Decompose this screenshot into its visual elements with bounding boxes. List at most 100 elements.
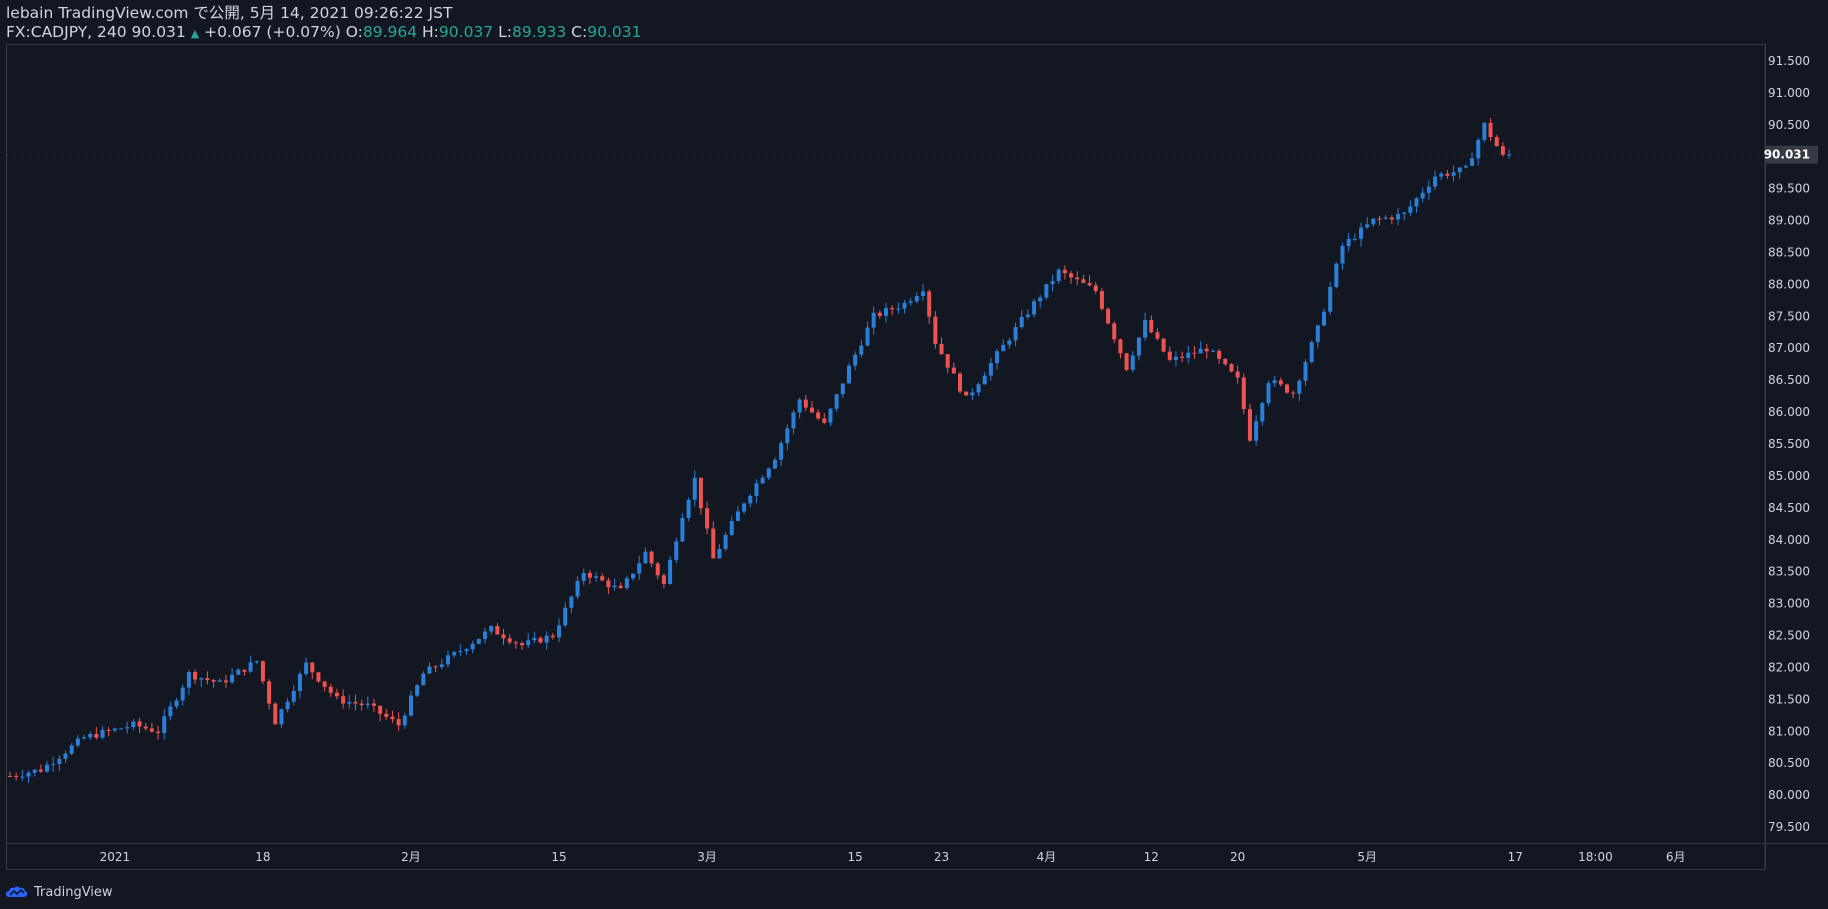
candle-body	[156, 731, 161, 734]
candle-body	[594, 576, 599, 578]
candle-body	[1284, 384, 1289, 393]
candle-body	[958, 373, 963, 392]
candle-body	[890, 308, 895, 310]
candle-body	[587, 572, 592, 578]
candle-body	[1321, 311, 1327, 326]
candle-body	[779, 443, 784, 460]
candle-body	[1426, 186, 1431, 193]
candle-body	[1334, 263, 1339, 287]
candle-body	[1056, 269, 1061, 282]
candle-body	[976, 384, 981, 393]
candle-body	[390, 716, 395, 720]
candle-body	[791, 412, 796, 429]
y-tick-label-23: 91.000	[1768, 86, 1810, 100]
candle-body	[1032, 301, 1037, 315]
candle-body	[94, 733, 99, 738]
candle-body	[927, 291, 932, 317]
candle-body	[322, 681, 327, 687]
x-tick-label-12: 18:00	[1578, 850, 1613, 864]
candle-body	[1445, 173, 1450, 176]
candle-body	[483, 631, 488, 639]
candle-body	[637, 563, 642, 574]
candle-body	[1180, 356, 1185, 358]
candle-body	[865, 327, 870, 346]
candle-body	[51, 763, 56, 765]
candle-body	[846, 365, 851, 384]
candle-body	[180, 687, 185, 701]
candle-body	[680, 518, 685, 542]
candle-body	[334, 692, 339, 697]
candle-body	[674, 541, 679, 560]
y-tick-label-17: 88.000	[1768, 277, 1810, 291]
y-tick-label-13: 86.000	[1768, 405, 1810, 419]
candle-body	[1217, 350, 1222, 359]
candle-body	[1396, 213, 1401, 220]
candle-body	[304, 662, 309, 674]
candle-body	[1186, 352, 1191, 358]
candle-body	[513, 642, 518, 644]
candle-body	[291, 690, 296, 702]
candle-body	[248, 662, 253, 672]
candle-body	[131, 721, 136, 728]
x-tick-label-5: 15	[848, 850, 863, 864]
candle-body	[162, 716, 167, 734]
y-tick-label-11: 85.000	[1768, 469, 1810, 483]
candle-body	[544, 635, 549, 643]
candle-body	[1291, 392, 1296, 394]
candle-body	[853, 354, 858, 366]
candle-body	[1494, 137, 1499, 147]
candle-body	[1210, 350, 1215, 352]
candle-body	[57, 758, 62, 764]
candle-body	[1025, 314, 1030, 317]
candle-body	[520, 643, 525, 646]
last-price-tag-label: 90.031	[1764, 148, 1810, 162]
candle-body	[254, 661, 259, 663]
candle-body	[88, 733, 93, 738]
candle-body	[1106, 308, 1111, 324]
candle-body	[236, 669, 241, 675]
candle-body	[279, 709, 284, 725]
candle-body	[63, 753, 68, 759]
candle-body	[476, 638, 481, 644]
candle-body	[112, 728, 117, 731]
candle-body	[1266, 383, 1271, 404]
x-tick-label-8: 12	[1144, 850, 1159, 864]
candle-body	[1136, 337, 1141, 356]
candle-body	[1309, 342, 1314, 363]
candle-body	[1173, 356, 1178, 360]
candle-body	[766, 468, 771, 478]
candle-body	[606, 580, 611, 588]
candlestick-chart[interactable]: 79.500 80.000 80.500 81.000 81.500 82.000 82.5…	[0, 0, 1828, 909]
footer-brand[interactable]: TradingView	[6, 883, 113, 901]
candle-body	[624, 578, 629, 589]
candle-body	[32, 769, 37, 773]
candle-body	[1198, 348, 1203, 354]
candle-body	[723, 534, 728, 549]
y-tick-label-15: 87.000	[1768, 341, 1810, 355]
candle-body	[199, 678, 204, 680]
candle-body	[267, 681, 272, 704]
y-tick-label-7: 83.000	[1768, 597, 1810, 611]
candle-body	[612, 585, 617, 588]
candle-body	[1130, 355, 1135, 370]
candle-body	[581, 572, 586, 581]
candle-body	[1272, 380, 1277, 384]
x-tick-label-4: 3月	[697, 850, 717, 864]
candle-body	[211, 679, 216, 682]
candle-body	[538, 637, 543, 643]
candle-body	[507, 638, 512, 643]
candle-body	[1081, 279, 1086, 283]
candle-body	[896, 308, 901, 310]
candle-body	[1247, 409, 1252, 441]
candle-body	[717, 548, 722, 559]
candle-body	[902, 302, 907, 309]
candle-body	[45, 764, 50, 772]
y-tick-label-5: 82.000	[1768, 660, 1810, 674]
candle-body	[803, 399, 808, 408]
candle-body	[1383, 217, 1388, 219]
candle-body	[600, 576, 605, 581]
candle-body	[119, 728, 124, 730]
candle-body	[748, 495, 753, 504]
x-tick-label-6: 23	[934, 850, 949, 864]
candle-body	[692, 477, 697, 500]
